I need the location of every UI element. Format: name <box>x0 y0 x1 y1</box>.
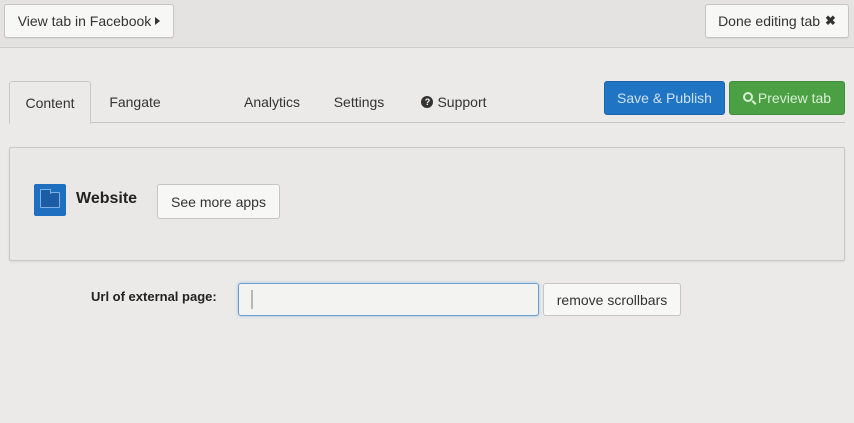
see-more-apps-button[interactable]: See more apps <box>157 184 280 219</box>
folder-icon <box>34 184 66 216</box>
tab-content[interactable]: Content <box>9 81 91 124</box>
done-editing-label: Done editing tab <box>718 13 821 29</box>
tab-label: Analytics <box>243 94 301 110</box>
close-icon: ✖ <box>825 13 836 28</box>
url-field-label: Url of external page: <box>91 289 217 304</box>
tab-label: Support <box>437 94 487 110</box>
text-cursor <box>251 290 253 309</box>
top-toolbar: View tab in Facebook Done editing tab ✖ <box>0 0 854 48</box>
view-tab-label: View tab in Facebook <box>17 13 152 29</box>
tab-label: Fangate <box>109 94 161 110</box>
view-tab-in-facebook-button[interactable]: View tab in Facebook <box>4 4 174 38</box>
remove-scrollbars-button[interactable]: remove scrollbars <box>543 283 681 316</box>
tab-label: Content <box>25 94 75 111</box>
save-and-publish-button[interactable]: Save & Publish <box>604 81 725 115</box>
tab-settings[interactable]: Settings <box>325 81 393 123</box>
remove-scrollbars-label: remove scrollbars <box>556 291 668 308</box>
caret-right-icon <box>155 17 161 25</box>
done-editing-tab-button[interactable]: Done editing tab ✖ <box>705 4 849 38</box>
preview-tab-button[interactable]: Preview tab <box>729 81 845 115</box>
question-circle-icon: ? <box>421 96 434 108</box>
preview-label: Preview tab <box>757 90 832 106</box>
url-input[interactable] <box>238 283 539 316</box>
search-icon <box>742 92 753 102</box>
save-label: Save & Publish <box>617 90 712 106</box>
tab-analytics[interactable]: Analytics <box>235 81 309 123</box>
tab-support[interactable]: ? Support <box>411 81 497 123</box>
app-panel: Website See more apps <box>9 147 845 261</box>
tab-fangate[interactable]: Fangate <box>97 81 173 123</box>
see-more-label: See more apps <box>171 193 266 210</box>
tab-label: Settings <box>333 94 385 110</box>
app-title: Website <box>76 190 138 207</box>
